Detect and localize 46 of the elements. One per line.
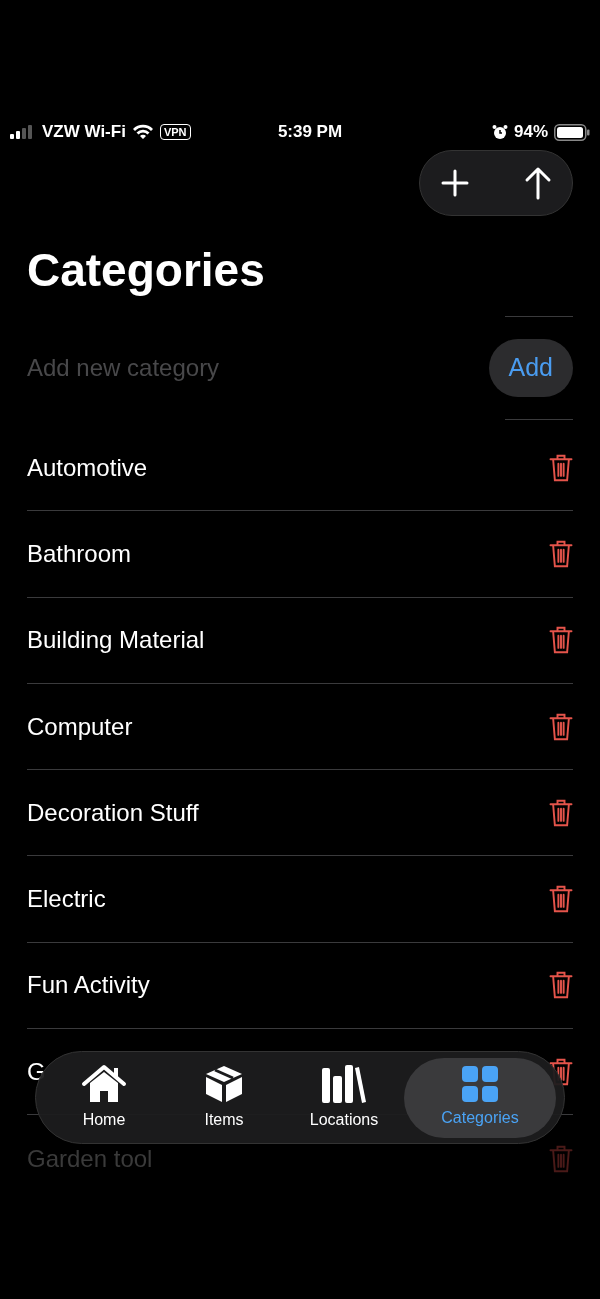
category-name: Electric <box>27 884 106 915</box>
tab[interactable]: Home <box>44 1057 164 1138</box>
delete-button[interactable] <box>549 453 573 482</box>
trash-icon <box>549 971 573 1000</box>
carrier-name: VZW Wi-Fi <box>42 121 126 144</box>
page-title: Categories <box>26 243 266 298</box>
grid-icon <box>462 1065 498 1102</box>
box-icon <box>204 1063 244 1104</box>
alarm-icon <box>491 124 508 140</box>
tab[interactable]: Categories <box>404 1057 556 1138</box>
trash-icon <box>549 885 573 914</box>
trash-icon <box>549 798 573 827</box>
up-arrow-icon <box>524 166 552 200</box>
trash-icon <box>549 453 573 482</box>
category-input[interactable]: Add new category <box>27 350 489 386</box>
delete-button[interactable] <box>549 885 573 914</box>
delete-button[interactable] <box>549 798 573 827</box>
category-name: G <box>27 1056 46 1087</box>
plus-icon <box>440 168 470 198</box>
category-name: Fun Activity <box>27 970 150 1001</box>
trash-icon <box>549 539 573 568</box>
battery-percent: 94% <box>513 121 548 144</box>
delete-button[interactable] <box>549 971 573 1000</box>
status-time: 5:39 PM <box>276 121 344 144</box>
house-icon <box>81 1063 127 1104</box>
delete-button[interactable] <box>549 712 573 741</box>
category-name: Garden tool <box>27 1143 153 1174</box>
category-name: Automotive <box>27 452 148 483</box>
delete-button[interactable] <box>549 626 573 655</box>
tab[interactable]: Items <box>164 1057 284 1138</box>
delete-button[interactable] <box>549 539 573 568</box>
trash-icon <box>549 626 573 655</box>
category-name: Decoration Stuff <box>27 797 199 828</box>
books-icon <box>321 1063 367 1104</box>
share-button[interactable] <box>524 166 552 200</box>
add-button[interactable] <box>440 168 470 198</box>
vpn-badge: VPN <box>159 124 191 140</box>
category-name: Computer <box>27 711 133 742</box>
add-category-button[interactable]: Add <box>488 339 573 397</box>
category-name: Building Material <box>27 625 205 656</box>
trash-icon <box>549 712 573 741</box>
battery-icon <box>554 123 590 141</box>
tab[interactable]: Locations <box>284 1057 404 1138</box>
wifi-icon <box>131 124 154 140</box>
trash-icon <box>549 1144 573 1173</box>
category-name: Bathroom <box>27 538 132 569</box>
